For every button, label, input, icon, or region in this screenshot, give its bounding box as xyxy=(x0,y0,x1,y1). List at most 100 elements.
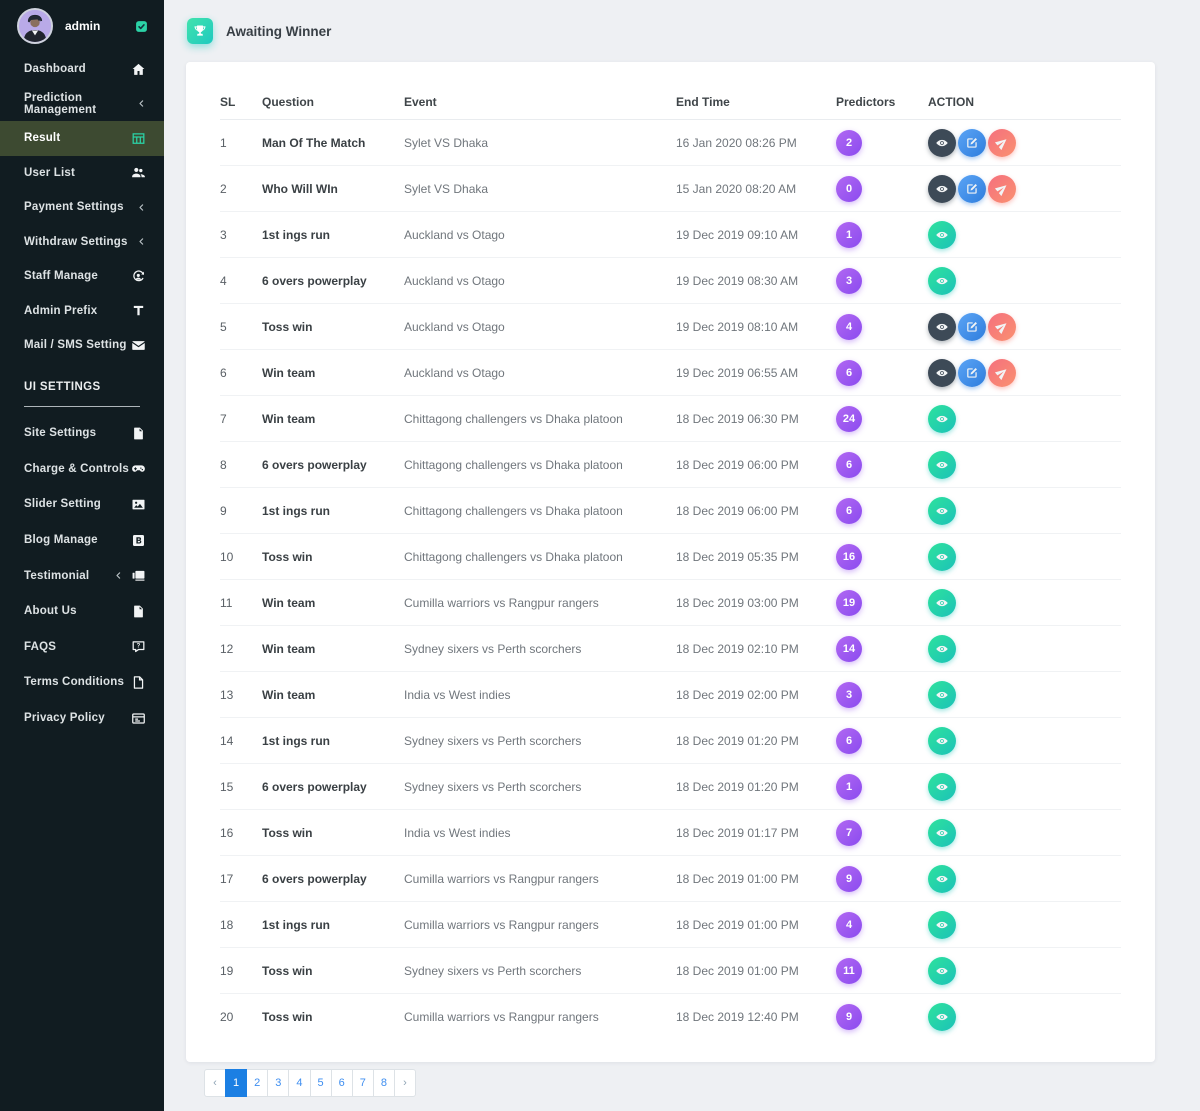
table-row: 156 overs powerplaySydney sixers vs Pert… xyxy=(220,764,1121,810)
sidebar-item-admin-prefix[interactable]: Admin Prefix xyxy=(0,294,164,329)
pagination-prev-button[interactable]: ‹ xyxy=(204,1069,226,1097)
view-button[interactable] xyxy=(928,819,956,847)
sidebar-item-privacy-policy[interactable]: Privacy Policy xyxy=(0,700,164,736)
view-button[interactable] xyxy=(928,267,956,295)
row-end-time: 18 Dec 2019 03:00 PM xyxy=(676,596,836,610)
row-sl: 12 xyxy=(220,642,262,656)
view-button[interactable] xyxy=(928,359,956,387)
pagination-page-6[interactable]: 6 xyxy=(331,1069,353,1097)
pagination-page-4[interactable]: 4 xyxy=(288,1069,310,1097)
sidebar-item-user-list[interactable]: User List xyxy=(0,156,164,191)
col-question: Question xyxy=(262,95,404,109)
table-row: 46 overs powerplayAuckland vs Otago19 De… xyxy=(220,258,1121,304)
row-predictors-cell: 19 xyxy=(836,590,928,616)
sidebar-item-payment-settings[interactable]: Payment Settings xyxy=(0,190,164,225)
view-button[interactable] xyxy=(928,635,956,663)
row-predictors-cell: 16 xyxy=(836,544,928,570)
send-button[interactable] xyxy=(988,313,1016,341)
edit-button[interactable] xyxy=(958,359,986,387)
send-icon xyxy=(995,181,1010,196)
view-button[interactable] xyxy=(928,681,956,709)
sidebar-item-icons xyxy=(137,99,146,108)
sidebar-item-mail-sms-setting[interactable]: Mail / SMS Setting xyxy=(0,328,164,363)
send-button[interactable] xyxy=(988,175,1016,203)
sidebar-item-about-us[interactable]: About Us xyxy=(0,593,164,629)
envelope-icon xyxy=(131,338,146,353)
sidebar-item-icons xyxy=(131,303,146,318)
view-button[interactable] xyxy=(928,497,956,525)
row-actions xyxy=(928,543,1121,571)
predictors-badge: 9 xyxy=(836,1004,862,1030)
sidebar-item-blog-manage[interactable]: Blog Manage xyxy=(0,522,164,558)
table-row: 176 overs powerplayCumilla warriors vs R… xyxy=(220,856,1121,902)
table-row: 10Toss winChittagong challengers vs Dhak… xyxy=(220,534,1121,580)
sidebar-item-label: Dashboard xyxy=(24,63,86,75)
view-button[interactable] xyxy=(928,543,956,571)
sidebar-item-staff-manage[interactable]: Staff Manage xyxy=(0,259,164,294)
avatar[interactable] xyxy=(17,8,53,44)
pagination-page-2[interactable]: 2 xyxy=(246,1069,268,1097)
row-predictors-cell: 6 xyxy=(836,728,928,754)
send-button[interactable] xyxy=(988,129,1016,157)
view-button[interactable] xyxy=(928,129,956,157)
sidebar-item-result[interactable]: Result xyxy=(0,121,164,156)
table-row: 16Toss winIndia vs West indies18 Dec 201… xyxy=(220,810,1121,856)
profile-block: admin xyxy=(0,0,164,52)
chevron-left-icon xyxy=(137,237,146,246)
row-question: Win team xyxy=(262,412,404,426)
pagination-page-3[interactable]: 3 xyxy=(267,1069,289,1097)
pagination-next-button[interactable]: › xyxy=(394,1069,416,1097)
chevron-left-icon xyxy=(137,203,146,212)
edit-button[interactable] xyxy=(958,313,986,341)
edit-button[interactable] xyxy=(958,175,986,203)
view-button[interactable] xyxy=(928,589,956,617)
view-button[interactable] xyxy=(928,727,956,755)
sidebar-item-prediction-management[interactable]: Prediction Management xyxy=(0,87,164,122)
row-end-time: 18 Dec 2019 05:35 PM xyxy=(676,550,836,564)
pagination-page-5[interactable]: 5 xyxy=(310,1069,332,1097)
send-button[interactable] xyxy=(988,359,1016,387)
table-icon xyxy=(131,131,146,146)
pagination-page-1[interactable]: 1 xyxy=(225,1069,247,1097)
eye-icon xyxy=(935,595,950,610)
view-button[interactable] xyxy=(928,405,956,433)
sidebar-item-slider-setting[interactable]: Slider Setting xyxy=(0,487,164,523)
sidebar-item-charge-controls[interactable]: Charge & Controls xyxy=(0,451,164,487)
view-button[interactable] xyxy=(928,911,956,939)
table-row: 1Man Of The MatchSylet VS Dhaka16 Jan 20… xyxy=(220,120,1121,166)
row-end-time: 19 Dec 2019 08:30 AM xyxy=(676,274,836,288)
sidebar-item-icons xyxy=(131,62,146,77)
predictors-badge: 6 xyxy=(836,452,862,478)
view-button[interactable] xyxy=(928,451,956,479)
edit-button[interactable] xyxy=(958,129,986,157)
view-button[interactable] xyxy=(928,313,956,341)
pagination-page-8[interactable]: 8 xyxy=(373,1069,395,1097)
row-actions xyxy=(928,773,1121,801)
view-button[interactable] xyxy=(928,865,956,893)
row-event: Chittagong challengers vs Dhaka platoon xyxy=(404,550,676,564)
table-row: 13Win teamIndia vs West indies18 Dec 201… xyxy=(220,672,1121,718)
sidebar-item-dashboard[interactable]: Dashboard xyxy=(0,52,164,87)
row-predictors-cell: 3 xyxy=(836,682,928,708)
users-icon xyxy=(131,165,146,180)
view-button[interactable] xyxy=(928,175,956,203)
row-sl: 2 xyxy=(220,182,262,196)
row-event: Sydney sixers vs Perth scorchers xyxy=(404,734,676,748)
row-end-time: 18 Dec 2019 01:20 PM xyxy=(676,734,836,748)
view-button[interactable] xyxy=(928,221,956,249)
view-button[interactable] xyxy=(928,957,956,985)
sidebar-item-site-settings[interactable]: Site Settings xyxy=(0,416,164,452)
sidebar-item-terms-conditions[interactable]: Terms Conditions xyxy=(0,665,164,701)
sidebar-item-withdraw-settings[interactable]: Withdraw Settings xyxy=(0,225,164,260)
sidebar-item-faqs[interactable]: FAQS? xyxy=(0,629,164,665)
pagination-page-7[interactable]: 7 xyxy=(352,1069,374,1097)
sidebar-item-label: Slider Setting xyxy=(24,498,101,510)
row-question: Win team xyxy=(262,596,404,610)
row-sl: 15 xyxy=(220,780,262,794)
sidebar-item-label: Terms Conditions xyxy=(24,676,124,688)
sidebar-item-testimonial[interactable]: Testimonial xyxy=(0,558,164,594)
row-sl: 10 xyxy=(220,550,262,564)
view-button[interactable] xyxy=(928,773,956,801)
sidebar-item-label: About Us xyxy=(24,605,77,617)
view-button[interactable] xyxy=(928,1003,956,1031)
